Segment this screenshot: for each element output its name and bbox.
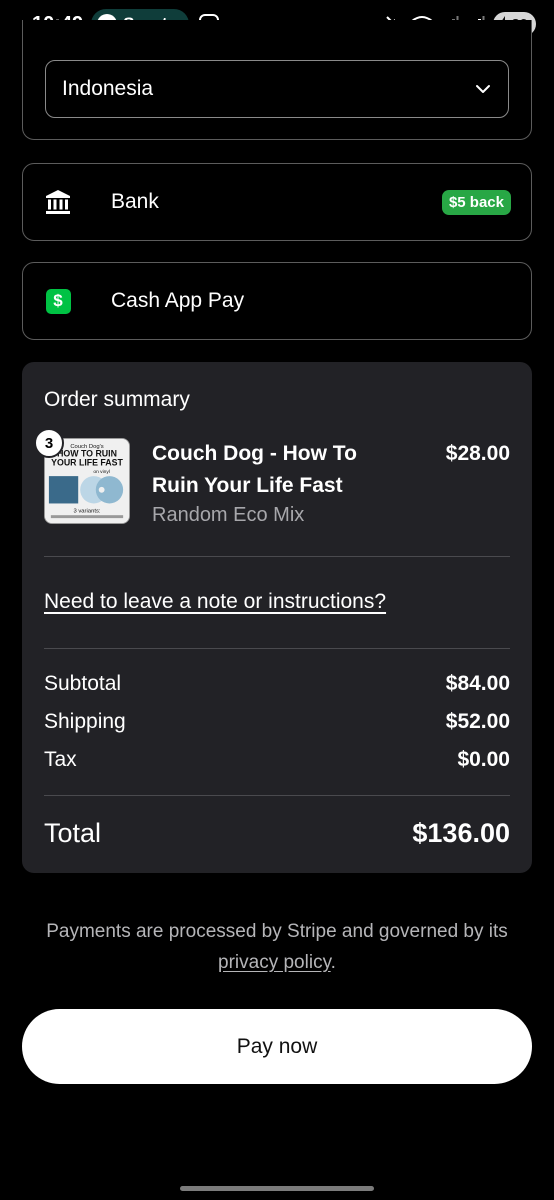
shipping-value: $52.00 xyxy=(445,710,510,733)
thumb-line-4: on vinyl xyxy=(93,469,110,475)
divider xyxy=(44,795,510,796)
order-summary-title: Order summary xyxy=(44,388,190,411)
country-card: Indonesia xyxy=(22,20,532,140)
total-label: Total xyxy=(44,818,102,848)
disclaimer-text: Payments are processed by Stripe and gov… xyxy=(46,921,508,942)
payment-option-label: Cash App Pay xyxy=(111,289,245,312)
home-indicator[interactable] xyxy=(180,1186,374,1191)
divider xyxy=(44,648,510,649)
order-summary: Order summary Couch Dog's HOW TO RUIN YO… xyxy=(22,362,532,873)
total-row: Total $136.00 xyxy=(44,818,510,849)
shipping-label: Shipping xyxy=(44,710,126,733)
thumb-line-3: YOUR LIFE FAST xyxy=(51,457,123,467)
product-name: Couch Dog - How To Ruin Your Life Fast xyxy=(152,442,357,497)
payment-option-label: Bank xyxy=(111,190,159,213)
payment-option-cash-app[interactable]: $ Cash App Pay xyxy=(22,262,532,340)
tax-value: $0.00 xyxy=(457,748,510,771)
pay-now-label: Pay now xyxy=(236,1034,318,1058)
stripe-disclaimer: Payments are processed by Stripe and gov… xyxy=(20,916,534,978)
note-link[interactable]: Need to leave a note or instructions? xyxy=(44,590,386,614)
cashback-badge: $5 back xyxy=(441,189,511,215)
subtotal-label: Subtotal xyxy=(44,672,122,695)
quantity-badge: 3 xyxy=(34,428,64,458)
chevron-down-icon xyxy=(476,85,490,93)
cash-app-icon: $ xyxy=(45,288,71,314)
tax-row: Tax $0.00 xyxy=(44,748,510,772)
disclaimer-end: . xyxy=(330,952,336,973)
product-price: $28.00 xyxy=(445,442,510,465)
privacy-policy-link[interactable]: privacy policy xyxy=(218,952,331,973)
total-value: $136.00 xyxy=(412,818,510,848)
shipping-row: Shipping $52.00 xyxy=(44,710,510,734)
subtotal-row: Subtotal $84.00 xyxy=(44,672,510,696)
subtotal-value: $84.00 xyxy=(445,672,510,695)
tax-label: Tax xyxy=(44,748,77,771)
country-value: Indonesia xyxy=(62,77,154,100)
product-variant: Random Eco Mix xyxy=(152,504,305,526)
country-select[interactable]: Indonesia xyxy=(45,60,509,118)
pay-now-button[interactable]: Pay now xyxy=(22,1009,532,1084)
cash-app-glyph: $ xyxy=(45,288,71,314)
divider xyxy=(44,556,510,557)
bank-icon xyxy=(45,189,71,215)
payment-option-bank[interactable]: Bank $5 back xyxy=(22,163,532,241)
thumb-line-5: 3 variants: xyxy=(73,508,100,514)
